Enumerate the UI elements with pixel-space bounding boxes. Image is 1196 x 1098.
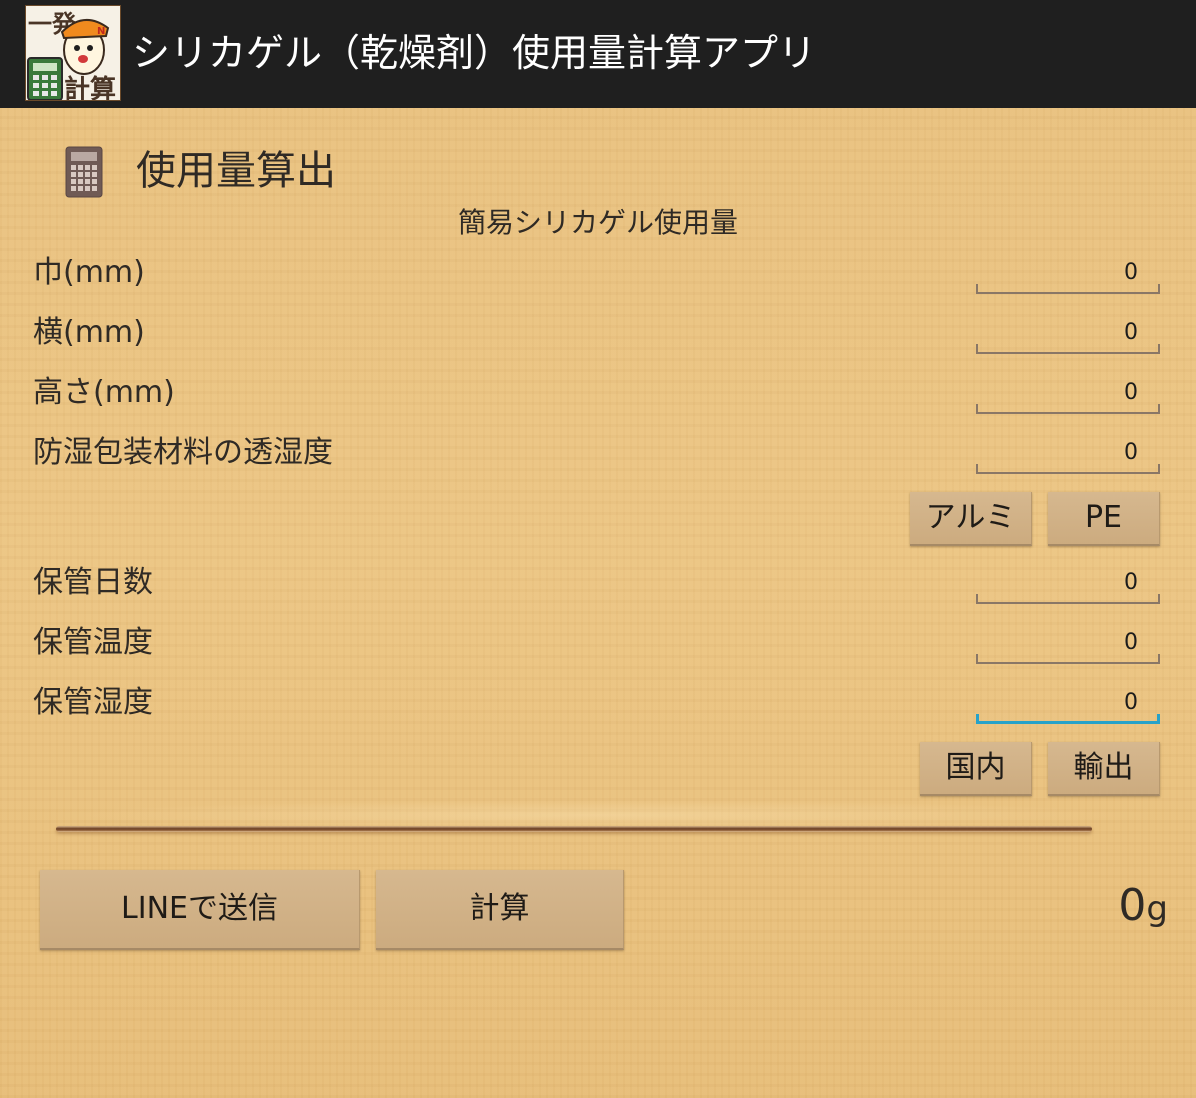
temperature-label: 保管温度 bbox=[33, 625, 153, 660]
app-logo-icon: 一発 N 計算 bbox=[26, 6, 120, 101]
app-logo: 一発 N 計算 bbox=[25, 5, 121, 101]
humidity-input[interactable]: 0 bbox=[976, 688, 1160, 724]
length-underline bbox=[976, 344, 1160, 354]
width-input[interactable]: 0 bbox=[976, 258, 1160, 294]
svg-text:計算: 計算 bbox=[64, 74, 116, 101]
humidity-underline bbox=[976, 714, 1160, 724]
width-label: 巾(mm) bbox=[33, 255, 145, 290]
temperature-input[interactable]: 0 bbox=[976, 628, 1160, 664]
calculate-button[interactable]: 計算 bbox=[376, 870, 624, 950]
temperature-underline bbox=[976, 654, 1160, 664]
height-label: 高さ(mm) bbox=[33, 375, 175, 410]
aluminum-button[interactable]: アルミ bbox=[910, 492, 1032, 546]
result-value: 0 bbox=[1118, 880, 1147, 931]
domestic-button[interactable]: 国内 bbox=[920, 742, 1032, 796]
permeability-input[interactable]: 0 bbox=[976, 438, 1160, 474]
section-divider bbox=[56, 826, 1092, 832]
length-input[interactable]: 0 bbox=[976, 318, 1160, 354]
section-subtitle: 簡易シリカゲル使用量 bbox=[457, 206, 738, 239]
permeability-label: 防湿包装材料の透湿度 bbox=[33, 435, 333, 470]
calculator-icon bbox=[64, 145, 104, 199]
main-content: 使用量算出 簡易シリカゲル使用量 巾(mm) 0 横(mm) 0 高さ(mm) … bbox=[0, 108, 1196, 1098]
result-display: 0g bbox=[1118, 878, 1168, 937]
humidity-label: 保管湿度 bbox=[33, 685, 153, 720]
width-underline bbox=[976, 284, 1160, 294]
result-unit: g bbox=[1146, 889, 1168, 929]
svg-text:N: N bbox=[97, 26, 105, 37]
app-title: シリカゲル（乾燥剤）使用量計算アプリ bbox=[132, 31, 817, 75]
days-label: 保管日数 bbox=[33, 565, 153, 600]
height-underline bbox=[976, 404, 1160, 414]
section-title: 使用量算出 bbox=[136, 148, 336, 194]
length-label: 横(mm) bbox=[33, 315, 145, 350]
days-underline bbox=[976, 594, 1160, 604]
export-button[interactable]: 輸出 bbox=[1048, 742, 1160, 796]
permeability-underline bbox=[976, 464, 1160, 474]
height-input[interactable]: 0 bbox=[976, 378, 1160, 414]
send-line-button[interactable]: LINEで送信 bbox=[40, 870, 360, 950]
app-bar: 一発 N 計算 シリカゲル（乾燥剤）使用量計算アプリ bbox=[0, 0, 1196, 108]
pe-button[interactable]: PE bbox=[1048, 492, 1160, 546]
days-input[interactable]: 0 bbox=[976, 568, 1160, 604]
